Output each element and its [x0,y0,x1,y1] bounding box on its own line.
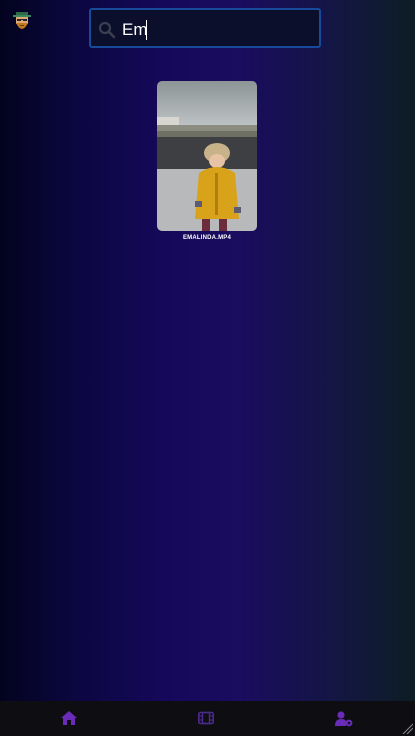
avatar[interactable] [10,11,34,35]
search-input[interactable] [122,18,312,42]
text-caret [146,20,147,40]
user-settings-icon [335,711,353,727]
video-thumbnail[interactable] [157,81,257,231]
home-icon [61,711,77,725]
nav-profile-settings-button[interactable] [335,711,353,727]
child-in-yellow-coat-thumbnail [157,81,257,231]
search-box[interactable] [89,8,321,48]
video-card[interactable]: EMALINDA.MP4 [157,81,257,241]
nav-home-button[interactable] [61,711,79,727]
resize-grip-icon[interactable] [401,722,413,734]
bearded-man-avatar-icon [13,12,31,29]
film-icon [198,711,214,725]
search-icon [98,21,116,39]
video-title[interactable]: EMALINDA.MP4 [157,235,257,241]
bottom-nav [0,701,415,736]
nav-videos-button[interactable] [198,711,216,727]
